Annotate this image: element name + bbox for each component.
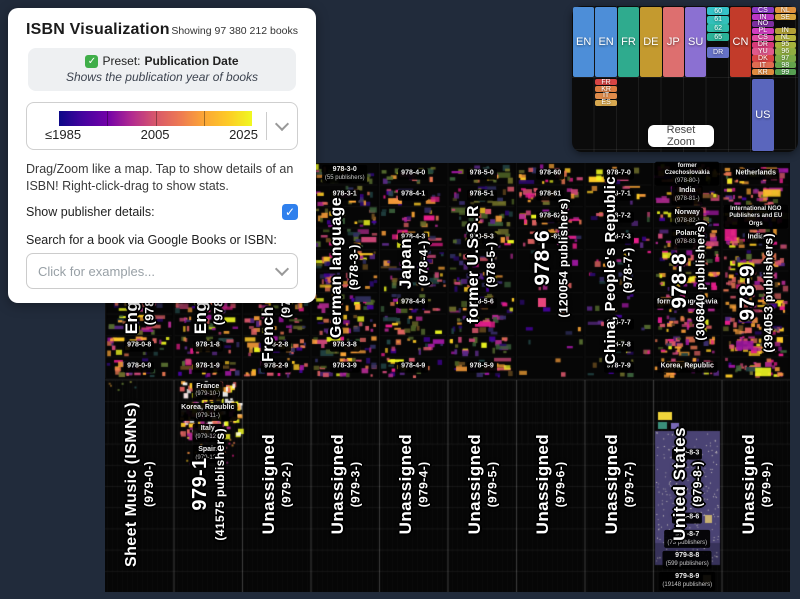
colormap-gradient <box>59 111 252 126</box>
minimap-cell-it[interactable]: IT <box>752 62 773 68</box>
minimap-cell-95[interactable]: 95 <box>775 42 796 48</box>
preset-description: Shows the publication year of books <box>34 70 290 84</box>
preset-line: ✓ Preset: Publication Date <box>34 54 290 68</box>
minimap-cell-fr[interactable]: FR <box>595 79 616 85</box>
minimap-cell-62[interactable]: 62 <box>707 24 728 32</box>
minimap-cell-dr[interactable]: DR <box>752 42 773 48</box>
colormap-dropdown-toggle[interactable] <box>267 103 297 149</box>
control-panel: ISBN Visualization Showing 97 380 212 bo… <box>8 8 316 303</box>
chevron-down-icon <box>275 117 289 131</box>
minimap-cell-yu[interactable]: YU <box>752 48 773 54</box>
minimap-cell-cs[interactable]: CS <box>752 35 773 41</box>
minimap-cell-es[interactable]: ES <box>595 100 616 106</box>
legend-tick-min: ≤1985 <box>45 127 81 142</box>
publisher-details-checkbox[interactable]: ✓ <box>282 204 298 220</box>
instructions-text: Drag/Zoom like a map. Tap to show detail… <box>26 161 298 194</box>
minimap-cell-jp[interactable]: JP <box>663 7 684 77</box>
minimap-cell-se[interactable]: SE <box>775 14 796 20</box>
colormap-legend: ≤1985 2005 2025 <box>27 103 266 149</box>
search-placeholder: Click for examples... <box>27 264 266 279</box>
panel-header: ISBN Visualization Showing 97 380 212 bo… <box>26 21 298 39</box>
search-label: Search for a book via Google Books or IS… <box>26 233 298 247</box>
minimap-cell-98[interactable]: 98 <box>775 62 796 68</box>
minimap-cell-65[interactable]: 65 <box>707 33 728 41</box>
minimap-cell-nl[interactable]: NL <box>775 35 796 41</box>
minimap-cell-kr[interactable]: KR <box>752 69 773 75</box>
minimap-cell-99[interactable]: 99 <box>775 69 796 75</box>
minimap-cell-de[interactable]: DE <box>640 7 661 77</box>
preset-check-icon: ✓ <box>85 55 98 68</box>
books-count: Showing 97 380 212 books <box>171 25 298 37</box>
minimap-cell-en[interactable]: EN <box>595 7 616 77</box>
reset-zoom-button[interactable]: Reset Zoom <box>648 125 714 147</box>
preset-value: Publication Date <box>145 54 239 68</box>
minimap-cell-nl[interactable]: NL <box>775 7 796 13</box>
minimap-cell-fr[interactable]: FR <box>618 7 639 77</box>
publisher-toggle-row: Show publisher details: ✓ <box>26 204 298 220</box>
preset-label: Preset: <box>102 54 140 68</box>
minimap-cell-dk[interactable]: DK <box>752 55 773 61</box>
chevron-down-icon <box>275 262 289 276</box>
minimap-cell-us[interactable]: US <box>752 79 773 151</box>
publisher-details-label: Show publisher details: <box>26 205 155 219</box>
preset-selector[interactable]: ✓ Preset: Publication Date Shows the pub… <box>28 48 296 91</box>
legend-tick-mid: 2005 <box>141 127 170 142</box>
search-dropdown-toggle[interactable] <box>267 268 297 274</box>
minimap-cell-61[interactable]: 61 <box>707 16 728 24</box>
minimap-cell-97[interactable]: 97 <box>775 55 796 61</box>
page-title: ISBN Visualization <box>26 21 170 39</box>
minimap-cell-su[interactable]: SU <box>685 7 706 77</box>
legend-tick-max: 2025 <box>229 127 258 142</box>
minimap[interactable]: ENENFRDEJPSU60616265DRCNCSINNOPLCSDRYUDK… <box>572 6 798 152</box>
minimap-cell-dr[interactable]: DR <box>707 47 728 58</box>
minimap-cell-60[interactable]: 60 <box>707 7 728 15</box>
minimap-cell-en[interactable]: EN <box>573 7 594 77</box>
search-input[interactable]: Click for examples... <box>26 253 298 289</box>
minimap-cell-cs[interactable]: CS <box>752 7 773 13</box>
minimap-cell-cn[interactable]: CN <box>730 7 751 77</box>
minimap-cell-96[interactable]: 96 <box>775 48 796 54</box>
legend-ticks: ≤1985 2005 2025 <box>45 127 258 142</box>
colormap-selector[interactable]: ≤1985 2005 2025 <box>26 102 298 150</box>
